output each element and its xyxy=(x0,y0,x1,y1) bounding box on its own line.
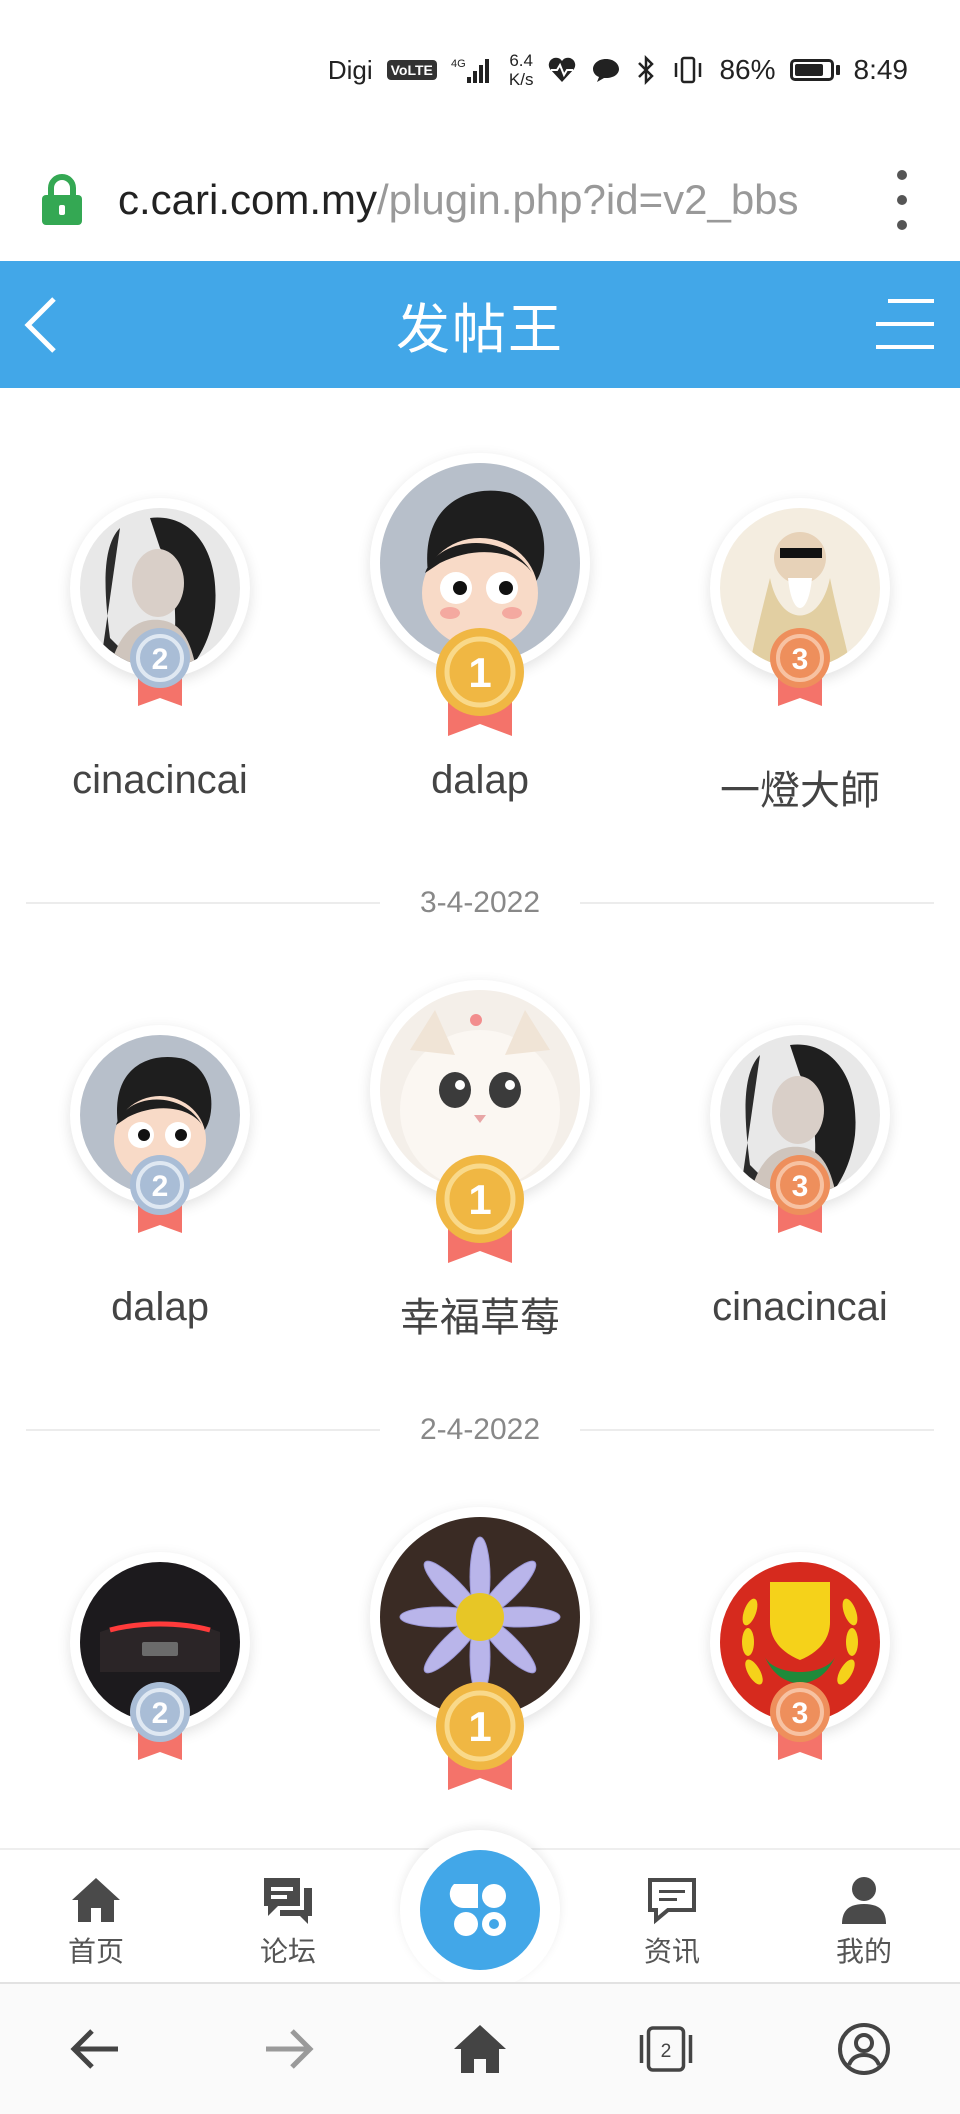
forward-icon[interactable] xyxy=(260,2021,316,2077)
gold-medal-icon: 1 xyxy=(436,1682,524,1790)
svg-text:1: 1 xyxy=(468,649,491,696)
username[interactable]: cinacincai xyxy=(640,1285,960,1330)
network-speed: 6.4 K/s xyxy=(509,51,534,89)
svg-text:3: 3 xyxy=(792,1697,809,1730)
nav-forum[interactable]: 论坛 xyxy=(228,1872,348,1970)
silver-medal-icon: 2 xyxy=(130,628,190,706)
svg-text:2: 2 xyxy=(661,2041,672,2062)
bronze-medal-icon: 3 xyxy=(770,1682,830,1760)
podium: 2 dalap 1 幸福草莓 3 cinacincai xyxy=(0,980,960,1385)
ranking-date: 2-4-2022 xyxy=(419,1413,541,1446)
speed-unit: K/s xyxy=(508,70,534,89)
username[interactable]: 一燈大師 xyxy=(640,758,960,816)
silver-medal-icon: 2 xyxy=(130,1155,190,1233)
account-icon[interactable] xyxy=(836,2021,892,2077)
nav-forum-label: 论坛 xyxy=(259,1936,316,1967)
bronze-medal-icon: 3 xyxy=(770,628,830,706)
address-bar[interactable]: c.cari.com.my/plugin.php?id=v2_bbs xyxy=(0,140,960,260)
forum-icon xyxy=(264,1878,312,1924)
browser-toolbar: 2 xyxy=(0,1982,960,2114)
svg-text:3: 3 xyxy=(792,1170,809,1203)
ranking-date: 3-4-2022 xyxy=(419,886,541,919)
nav-center[interactable] xyxy=(400,1830,560,1990)
svg-text:2: 2 xyxy=(152,1170,169,1203)
bottom-nav: 首页 论坛 资讯 我的 xyxy=(0,1830,960,1990)
silver-medal-icon: 2 xyxy=(130,1682,190,1760)
tabs-icon[interactable]: 2 xyxy=(638,2021,694,2077)
back-arrow-icon[interactable] xyxy=(22,295,62,355)
svg-text:1: 1 xyxy=(468,1176,491,1223)
battery-icon xyxy=(789,59,840,81)
username[interactable]: 幸福草莓 xyxy=(320,1285,640,1343)
podium: 2 1 3 xyxy=(0,1507,960,1848)
svg-text:1: 1 xyxy=(468,1703,491,1750)
nav-home-label: 首页 xyxy=(67,1936,124,1967)
lock-icon xyxy=(42,174,82,225)
nav-mine-label: 我的 xyxy=(835,1936,892,1967)
home-icon[interactable] xyxy=(452,2021,508,2077)
date-divider: 2-4-2022 xyxy=(26,1410,934,1450)
user-icon xyxy=(842,1877,886,1924)
gold-medal-icon: 1 xyxy=(436,1155,524,1263)
clock: 8:49 xyxy=(853,54,909,85)
home-icon xyxy=(72,1878,120,1922)
url-path: /plugin.php?id=v2_bbs xyxy=(377,176,799,223)
svg-text:4G: 4G xyxy=(451,58,466,70)
vibrate-icon xyxy=(675,56,702,84)
svg-text:3: 3 xyxy=(792,643,809,676)
signal-icon: 4G xyxy=(451,58,489,83)
menu-icon[interactable] xyxy=(876,297,934,351)
podium: 2 cinacincai 1 dalap 3 一燈大師 xyxy=(0,453,960,858)
gold-medal-icon: 1 xyxy=(436,628,524,736)
nav-news-label: 资讯 xyxy=(643,1936,700,1967)
ranking-list: 2 cinacincai 1 dalap 3 一燈大師 3-4-2022 2 d… xyxy=(0,388,960,1848)
url-host: c.cari.com.my xyxy=(118,176,378,223)
bluetooth-icon xyxy=(638,54,655,86)
status-bar: Digi VoLTE 4G 6.4 K/s 86% 8:49 xyxy=(0,0,960,140)
svg-text:2: 2 xyxy=(152,643,169,676)
chat-bubble-icon xyxy=(593,59,620,82)
svg-text:2: 2 xyxy=(152,1697,169,1730)
nav-news[interactable]: 资讯 xyxy=(612,1872,732,1970)
date-divider: 3-4-2022 xyxy=(26,883,934,923)
page-title: 发帖王 xyxy=(396,300,564,360)
nav-home[interactable]: 首页 xyxy=(36,1872,156,1970)
volte-badge: VoLTE xyxy=(386,60,437,80)
username[interactable]: dalap xyxy=(320,758,640,803)
battery-percent: 86% xyxy=(719,54,776,85)
apps-icon xyxy=(449,1884,506,1936)
back-icon[interactable] xyxy=(68,2021,124,2077)
username[interactable]: dalap xyxy=(0,1285,320,1330)
heart-rate-icon xyxy=(549,57,576,82)
center-action-button[interactable] xyxy=(420,1850,540,1970)
news-icon xyxy=(648,1878,696,1925)
carrier-label: Digi xyxy=(327,54,373,85)
bronze-medal-icon: 3 xyxy=(770,1155,830,1233)
speed-value: 6.4 xyxy=(509,51,533,70)
browser-menu-icon[interactable] xyxy=(896,170,908,230)
nav-mine[interactable]: 我的 xyxy=(804,1872,924,1970)
username[interactable]: cinacincai xyxy=(0,758,320,803)
url-text[interactable]: c.cari.com.my/plugin.php?id=v2_bbs xyxy=(118,176,878,224)
app-header: 发帖王 xyxy=(0,261,960,388)
